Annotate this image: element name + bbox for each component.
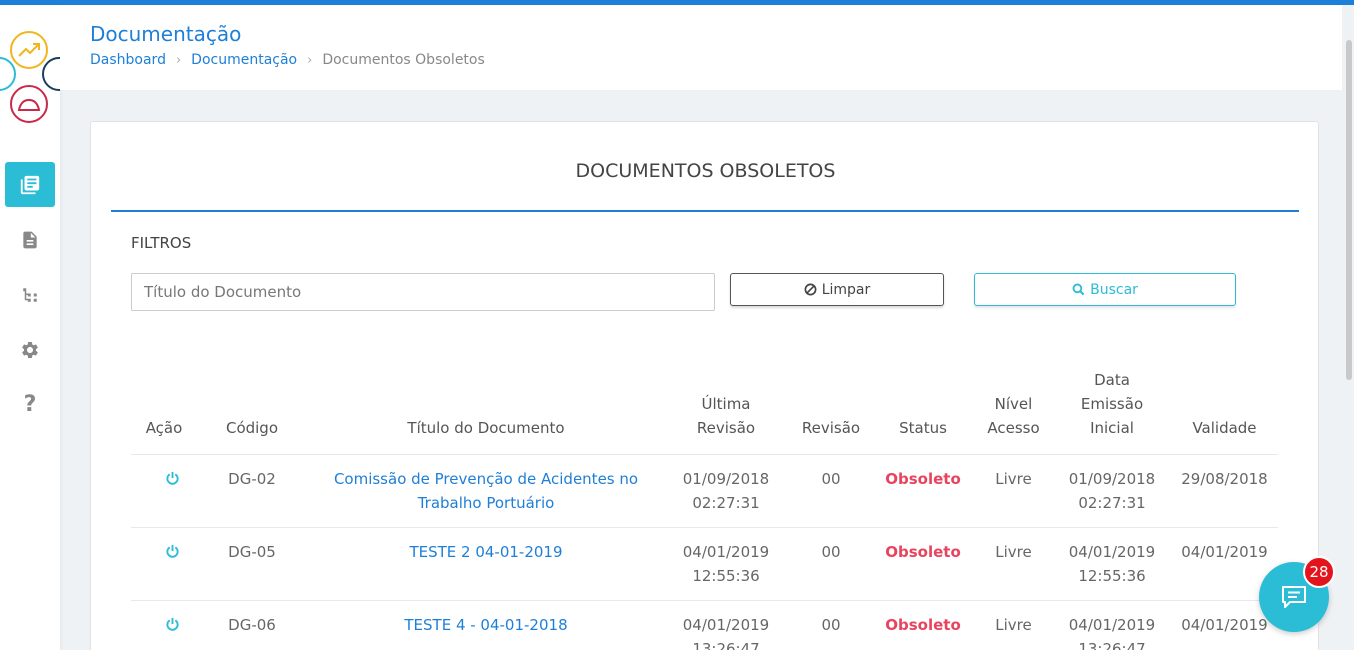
cell-status: Obsoleto — [885, 543, 961, 561]
search-icon — [1072, 283, 1085, 296]
sidebar-item-file[interactable] — [5, 217, 55, 262]
sidebar-item-tree[interactable] — [5, 272, 55, 317]
page-title: Documentação — [90, 22, 242, 46]
cell-titulo-link[interactable]: Comissão de Prevenção de Acidentes no Tr… — [301, 467, 671, 515]
sidebar-item-settings[interactable] — [5, 327, 55, 372]
cell-titulo-link[interactable]: TESTE 4 - 04-01-2018 — [301, 613, 671, 637]
cell-nivel: Livre — [995, 470, 1032, 488]
documents-table: Ação Código Título do Documento Última R… — [131, 362, 1278, 650]
chat-notification-badge: 28 — [1303, 556, 1335, 588]
ban-icon — [804, 283, 817, 296]
card-title: DOCUMENTOS OBSOLETOS — [575, 160, 836, 182]
cell-validade: 04/01/2019 — [1181, 543, 1268, 561]
col-acao: Ação — [145, 419, 183, 437]
search-button-label: Buscar — [1090, 281, 1138, 298]
cell-codigo: DG-02 — [228, 470, 276, 488]
chevron-right-icon: › — [175, 52, 182, 68]
col-validade: Validade — [1192, 419, 1257, 437]
filters-label: FILTROS — [131, 234, 192, 252]
gear-icon — [22, 341, 38, 358]
cell-ultima-revisao: 04/01/2019 13:26:47 — [682, 616, 770, 650]
chevron-right-icon: › — [307, 52, 313, 68]
col-ultima-revisao: Última Revisão — [696, 395, 756, 437]
cell-revisao: 00 — [821, 543, 841, 561]
table-row: DG-05 TESTE 2 04-01-2019 04/01/2019 12:5… — [131, 528, 1278, 601]
table-row: DG-02 Comissão de Prevenção de Acidentes… — [131, 455, 1278, 528]
documents-icon — [20, 175, 40, 194]
breadcrumb-current: Documentos Obsoletos — [322, 52, 485, 68]
cell-codigo: DG-06 — [228, 616, 276, 634]
document-title-input[interactable] — [131, 273, 715, 311]
cell-nivel: Livre — [995, 543, 1032, 561]
chat-icon — [1282, 586, 1306, 608]
main-card: DOCUMENTOS OBSOLETOS FILTROS Limpar Busc… — [90, 121, 1319, 650]
search-button[interactable]: Buscar — [974, 273, 1236, 306]
breadcrumb-documentacao[interactable]: Documentação — [191, 52, 297, 68]
page-header: Documentação Dashboard › Documentação › … — [60, 5, 1342, 90]
breadcrumb: Dashboard › Documentação › Documentos Ob… — [90, 52, 485, 68]
power-icon[interactable] — [131, 615, 213, 639]
app-logo[interactable] — [0, 27, 60, 137]
cell-data-emissao: 04/01/2019 12:55:36 — [1068, 543, 1156, 585]
col-data-emissao: Data Emissão Inicial — [1080, 371, 1144, 437]
cell-validade: 04/01/2019 — [1181, 616, 1268, 634]
power-icon[interactable] — [131, 542, 213, 566]
sidebar: ? — [0, 5, 60, 650]
cell-ultima-revisao: 04/01/2019 12:55:36 — [682, 543, 770, 585]
page-scrollbar[interactable] — [1346, 40, 1352, 380]
cell-revisao: 00 — [821, 616, 841, 634]
table-header: Ação Código Título do Documento Última R… — [131, 362, 1278, 455]
cell-status: Obsoleto — [885, 616, 961, 634]
col-revisao: Revisão — [801, 419, 861, 437]
sidebar-item-documents[interactable] — [5, 162, 55, 207]
cell-validade: 29/08/2018 — [1181, 470, 1268, 488]
col-status: Status — [899, 419, 947, 437]
col-titulo: Título do Documento — [407, 419, 565, 437]
cell-ultima-revisao: 01/09/2018 02:27:31 — [682, 470, 770, 512]
cell-status: Obsoleto — [885, 470, 961, 488]
clear-button-label: Limpar — [821, 281, 871, 298]
cell-nivel: Livre — [995, 616, 1032, 634]
col-codigo: Código — [225, 419, 279, 437]
cell-titulo-link[interactable]: TESTE 2 04-01-2019 — [301, 540, 671, 564]
table-row: DG-06 TESTE 4 - 04-01-2018 04/01/2019 13… — [131, 601, 1278, 650]
cell-data-emissao: 01/09/2018 02:27:31 — [1068, 470, 1156, 512]
clear-button[interactable]: Limpar — [730, 273, 944, 306]
cell-revisao: 00 — [821, 470, 841, 488]
tree-icon — [23, 287, 37, 302]
cell-codigo: DG-05 — [228, 543, 276, 561]
title-divider — [111, 210, 1299, 212]
sidebar-item-help[interactable]: ? — [5, 382, 55, 427]
help-icon: ? — [23, 392, 37, 417]
breadcrumb-dashboard[interactable]: Dashboard — [90, 52, 166, 68]
power-icon[interactable] — [131, 469, 213, 493]
cell-data-emissao: 04/01/2019 13:26:47 — [1068, 616, 1156, 650]
file-icon — [23, 231, 37, 248]
col-nivel-acesso: Nível Acesso — [987, 395, 1040, 437]
